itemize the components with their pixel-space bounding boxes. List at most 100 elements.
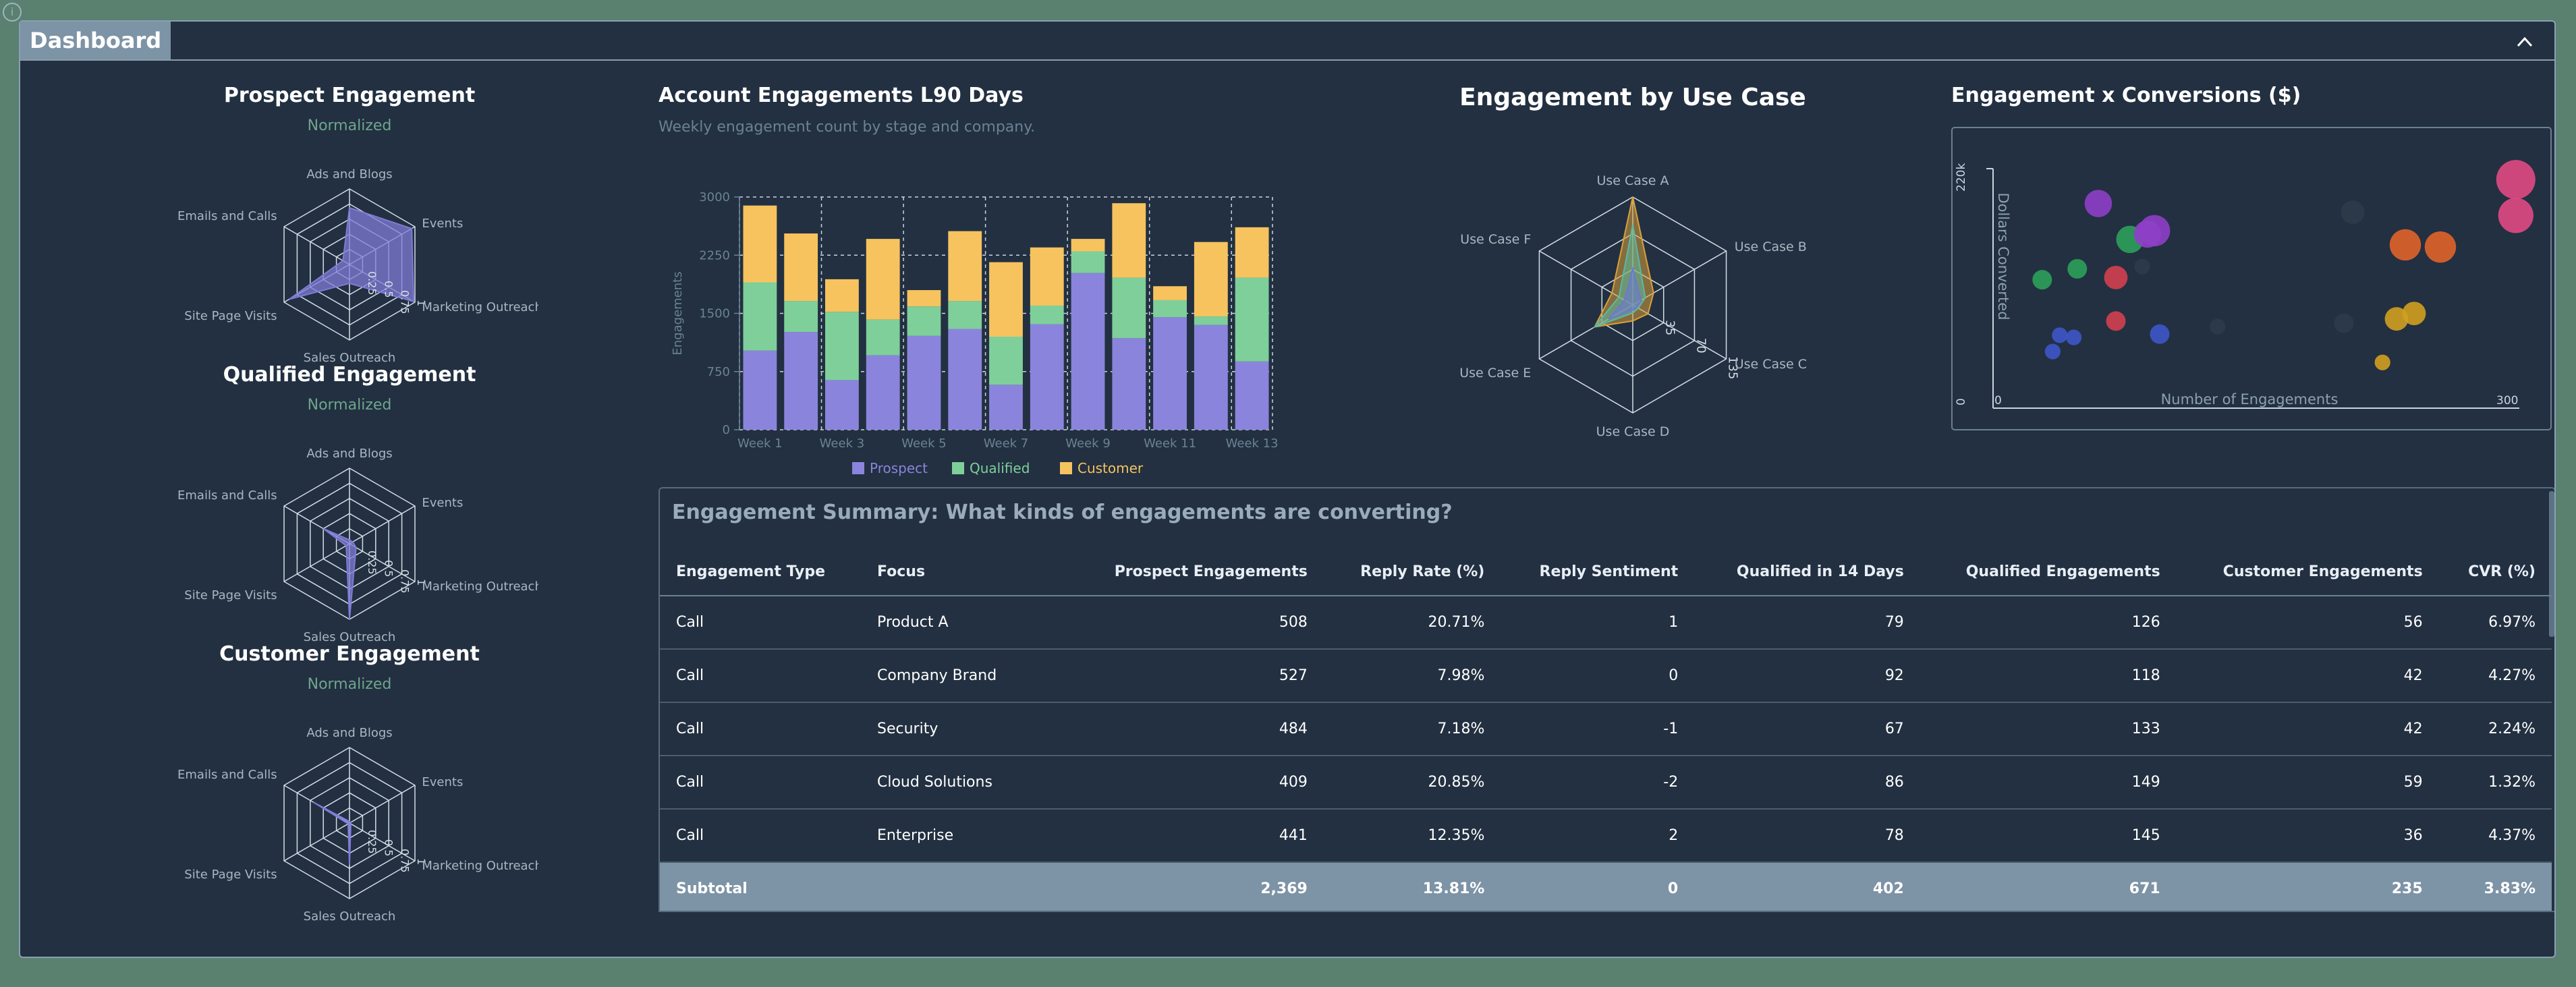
radar-spoke	[349, 505, 416, 544]
table-row[interactable]: Call Security 484 7.18% -1 67 133 42 2.2…	[660, 702, 2552, 756]
subtotal-cell: 0	[1501, 862, 1695, 911]
table-cell: 508	[1069, 596, 1324, 650]
radar-axis-label: Marketing Outreach	[422, 859, 538, 873]
bar-segment-prospect	[989, 385, 1023, 430]
radar-axis-label: Ads and Blogs	[306, 447, 392, 461]
table-cell: 149	[1920, 756, 2177, 810]
column-header[interactable]: Reply Sentiment	[1501, 548, 1695, 596]
column-header[interactable]: Qualified in 14 Days	[1694, 548, 1920, 596]
bar-segment-prospect	[1235, 361, 1269, 430]
legend-swatch	[952, 462, 964, 474]
radar-axis-label: Ads and Blogs	[306, 726, 392, 740]
bar-segment-customer	[989, 262, 1023, 337]
x-tick-label: Week 11	[1144, 436, 1196, 451]
table-cell: 7.18%	[1323, 702, 1501, 756]
column-header[interactable]: Engagement Type	[660, 548, 861, 596]
bar-chart-title: Account Engagements L90 Days	[659, 84, 1024, 107]
panel-header: Dashboard	[20, 22, 2554, 61]
bar-segment-customer	[1235, 227, 1269, 278]
bar-segment-qualified	[743, 282, 777, 351]
chevron-up-icon[interactable]	[2513, 30, 2537, 54]
table-header-row: Engagement Type Focus Prospect Engagemen…	[660, 548, 2552, 596]
bar-segment-prospect	[1030, 324, 1064, 430]
x-tick-label: Week 1	[737, 436, 783, 451]
bar-segment-prospect	[1153, 317, 1187, 430]
bubble-point	[2032, 270, 2052, 290]
dashboard-panel: Dashboard Prospect Engagement Normalized…	[19, 20, 2556, 958]
info-icon[interactable]: i	[3, 3, 22, 22]
bar-segment-prospect	[1112, 338, 1146, 430]
radar-axis-label: Ads and Blogs	[306, 167, 392, 181]
panel-title: Dashboard	[20, 22, 171, 59]
table-cell: 409	[1069, 756, 1324, 810]
summary-table: Engagement Type Focus Prospect Engagemen…	[660, 548, 2552, 911]
radar-axis-label: Site Page Visits	[184, 309, 277, 323]
table-cell: 133	[1920, 702, 2177, 756]
bar-segment-qualified	[825, 312, 859, 380]
bar-segment-prospect	[1071, 273, 1105, 430]
bar-segment-prospect	[784, 332, 818, 430]
radar-tick-label: 0.25	[366, 271, 379, 295]
bar-segment-prospect	[1194, 325, 1228, 430]
column-header[interactable]: Focus	[861, 548, 1069, 596]
bubble-point	[2374, 354, 2390, 370]
bubble-point	[2389, 229, 2421, 261]
radar-tick-label: 0.5	[382, 560, 395, 577]
table-cell: Call	[660, 702, 861, 756]
table-cell: 1	[1501, 596, 1695, 650]
column-header[interactable]: Customer Engagements	[2176, 548, 2439, 596]
radar-spoke	[283, 822, 350, 862]
column-header[interactable]: Prospect Engagements	[1069, 548, 1324, 596]
radar-axis-label: Emails and Calls	[177, 768, 277, 782]
account-engagements-bar-chart: 0 750 1500 2250 3000 Week 1 Week 3 Week 5 Week 7…	[671, 190, 1279, 476]
table-cell: 36	[2176, 809, 2439, 863]
table-row[interactable]: Call Company Brand 527 7.98% 0 92 118 42…	[660, 649, 2552, 703]
table-cell: Call	[660, 809, 861, 863]
bubble-point	[2402, 302, 2426, 326]
bubble-point	[2150, 324, 2170, 344]
engagement-summary-table-panel: Engagement Summary: What kinds of engage…	[659, 487, 2554, 912]
prospect-radar-chart: 0.25 0.50.75 1Ads and BlogsEventsMarketing…	[177, 167, 538, 365]
radar-axis-label: Emails and Calls	[177, 209, 277, 223]
bar-segment-prospect	[866, 355, 900, 430]
radar-axis-label: Marketing Outreach	[422, 580, 538, 594]
bar-segment-qualified	[866, 319, 900, 356]
table-cell: Cloud Solutions	[861, 756, 1069, 810]
column-header[interactable]: Qualified Engagements	[1920, 548, 2177, 596]
bar-segment-prospect	[907, 335, 941, 430]
table-cell: 484	[1069, 702, 1324, 756]
subtotal-cell: 2,369	[1069, 862, 1324, 911]
bubble-point	[2341, 200, 2365, 224]
subtotal-cell	[861, 862, 1069, 911]
table-cell: 6.97%	[2438, 596, 2552, 650]
qualified-radar-subtitle: Normalized	[307, 397, 392, 414]
legend-label: Prospect	[870, 460, 928, 476]
column-header[interactable]: Reply Rate (%)	[1323, 548, 1501, 596]
table-cell: 79	[1694, 596, 1920, 650]
y-tick-label: 220k	[1955, 163, 1968, 192]
bar-segment-customer	[1030, 247, 1064, 306]
table-row[interactable]: Call Enterprise 441 12.35% 2 78 145 36 4…	[660, 809, 2552, 863]
bar-segment-qualified	[948, 301, 982, 329]
table-row[interactable]: Call Cloud Solutions 409 20.85% -2 86 14…	[660, 756, 2552, 810]
column-header[interactable]: CVR (%)	[2438, 548, 2552, 596]
bar-segment-customer	[784, 233, 818, 302]
bubble-point	[2134, 258, 2150, 275]
y-tick-label: 0	[1955, 398, 1968, 405]
bar-segment-prospect	[825, 380, 859, 430]
table-cell: Security	[861, 702, 1069, 756]
engagement-conversions-bubble-chart: 220k 0 0 300 Number of Engagements Dollars Co…	[1951, 127, 2552, 430]
table-cell: 4.27%	[2438, 649, 2552, 703]
table-row[interactable]: Call Product A 508 20.71% 1 79 126 56 6.…	[660, 596, 2552, 650]
bubble-point	[2139, 215, 2171, 247]
table-cell: 92	[1694, 649, 1920, 703]
radar-tick-label: 70	[1693, 338, 1708, 354]
bar-segment-qualified	[784, 301, 818, 333]
qualified-radar-title: Qualified Engagement	[223, 363, 476, 387]
x-tick-label: 300	[2496, 394, 2518, 407]
x-tick-label: Week 5	[901, 436, 947, 451]
bubble-point	[2106, 311, 2126, 331]
summary-table-title: Engagement Summary: What kinds of engage…	[672, 501, 1453, 524]
radar-tick-label: 0.25	[366, 830, 379, 854]
legend-label: Qualified	[970, 460, 1030, 476]
